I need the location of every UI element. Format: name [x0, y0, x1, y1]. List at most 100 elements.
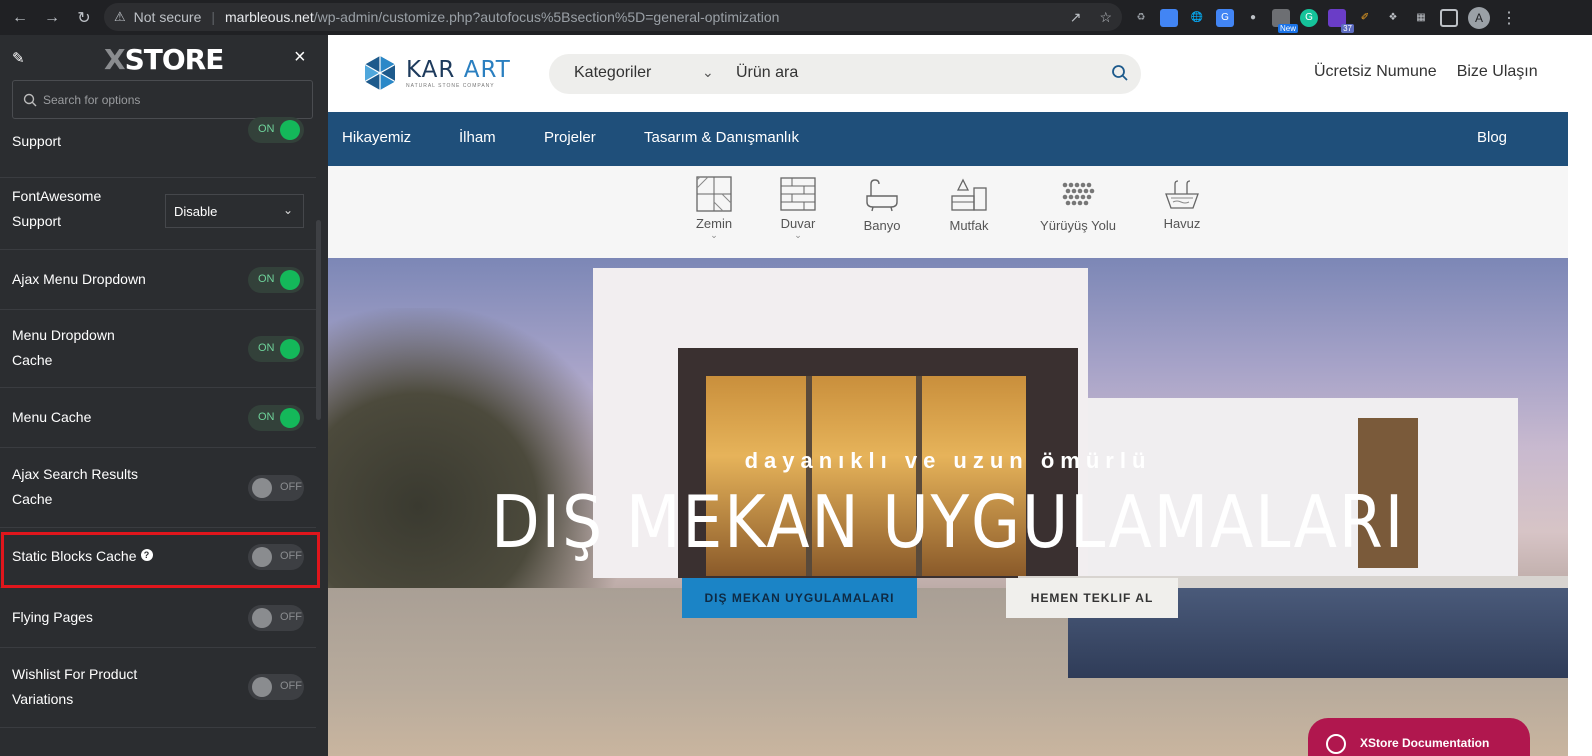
- page-scrollbar[interactable]: [1568, 35, 1592, 756]
- count-badge: 37: [1341, 23, 1354, 33]
- hero-title: DIŞ MEKAN UYGULAMALARI: [490, 480, 1406, 564]
- back-icon[interactable]: ←: [6, 4, 34, 32]
- option-row-ajax-search-cache: Ajax Search Results Cache OFF: [0, 448, 316, 528]
- mortarboard-extension-icon[interactable]: 37: [1328, 8, 1354, 33]
- nav-item-projects[interactable]: Projeler: [544, 129, 596, 146]
- product-search-bar: Kategoriler ⌄ Ürün ara: [549, 54, 1141, 94]
- ajax-menu-dropdown-toggle[interactable]: ON: [248, 267, 304, 293]
- category-pool[interactable]: Havuz: [1162, 176, 1202, 231]
- reload-icon[interactable]: ↻: [70, 4, 98, 32]
- wishlist-variations-toggle[interactable]: OFF: [248, 674, 304, 700]
- menu-dropdown-cache-toggle[interactable]: ON: [248, 336, 304, 362]
- sidebar-scrollbar[interactable]: [316, 220, 321, 420]
- xstore-logo: XSTORE: [104, 43, 224, 76]
- new-badge: New: [1277, 23, 1298, 33]
- close-icon[interactable]: ×: [294, 46, 306, 69]
- hexagon-logo-icon: [364, 56, 396, 90]
- camera-extension-icon[interactable]: ●: [1244, 9, 1262, 27]
- option-row-menu-cache: Menu Cache ON: [0, 388, 316, 448]
- brand-logo[interactable]: KAR ART NATURAL STONE COMPANY: [362, 55, 511, 91]
- bookmark-star-icon[interactable]: ☆: [1099, 9, 1112, 26]
- docs-extension-icon[interactable]: [1160, 8, 1178, 27]
- option-row-flying-pages: Flying Pages OFF: [0, 588, 316, 648]
- brand-tagline: NATURAL STONE COMPANY: [406, 83, 495, 89]
- share-icon[interactable]: ↗: [1070, 9, 1082, 26]
- chevron-down-icon: ⌄: [282, 203, 293, 217]
- browser-toolbar: ← → ↻ ⚠ Not secure | marbleous.net /wp-a…: [0, 0, 1592, 35]
- grammarly-extension-icon[interactable]: G: [1300, 8, 1318, 27]
- paving-icon: [1062, 182, 1095, 206]
- extensions-bar: ♻ 🌐 G ● New G 37 ✐ ❖ ▦ A ⋮: [1132, 0, 1518, 35]
- pool-icon: [1165, 180, 1199, 209]
- site-preview: KAR ART NATURAL STONE COMPANY Kategorile…: [328, 35, 1592, 756]
- search-icon: [23, 93, 37, 106]
- nav-item-inspiration[interactable]: İlham: [459, 129, 496, 146]
- option-label: Support: [12, 133, 62, 149]
- highlight-box: [1, 532, 320, 588]
- puzzle-extensions-icon[interactable]: ▦: [1412, 9, 1430, 27]
- option-row-menu-dropdown-cache: Menu Dropdown Cache ON: [0, 310, 316, 388]
- option-label: Flying Pages: [12, 609, 93, 625]
- url-domain: marbleous.net: [225, 9, 314, 25]
- get-quote-button[interactable]: HEMEN TEKLIF AL: [1006, 578, 1178, 618]
- header-links: Ücretsiz Numune Bize Ulaşın: [1314, 63, 1538, 81]
- hero-kicker: dayanıklı ve uzun ömürlü: [744, 448, 1152, 473]
- floor-tile-icon: [696, 176, 732, 212]
- options-search-input[interactable]: [43, 92, 303, 107]
- chevron-down-icon: ⌄: [794, 230, 802, 240]
- sidebar-header: ✎ XSTORE ×: [0, 35, 328, 81]
- category-floor[interactable]: Zemin ⌄: [694, 176, 734, 240]
- url-separator: |: [211, 9, 215, 25]
- nav-item-design[interactable]: Tasarım & Danışmanlık: [644, 129, 799, 146]
- translate-extension-icon[interactable]: G: [1216, 8, 1234, 27]
- customizer-sidebar: ✎ XSTORE × Support ON FontAwesome Suppor…: [0, 35, 328, 756]
- site-header: KAR ART NATURAL STONE COMPANY Kategorile…: [328, 35, 1568, 112]
- brick-wall-icon: [780, 177, 816, 211]
- hero-banner: dayanıklı ve uzun ömürlü DIŞ MEKAN UYGUL…: [328, 258, 1568, 756]
- warning-icon: ⚠: [114, 9, 126, 24]
- ajax-search-cache-toggle[interactable]: OFF: [248, 475, 304, 501]
- category-bathroom[interactable]: Banyo: [860, 176, 904, 233]
- category-walkway[interactable]: Yürüyüş Yolu: [1036, 176, 1120, 233]
- chevron-down-icon: ⌄: [710, 230, 718, 240]
- help-ring-icon: [1326, 734, 1346, 754]
- side-panel-icon[interactable]: [1440, 8, 1458, 27]
- globe-extension-icon[interactable]: 🌐: [1188, 9, 1206, 27]
- contact-link[interactable]: Bize Ulaşın: [1457, 63, 1538, 81]
- address-bar[interactable]: ⚠ Not secure | marbleous.net /wp-admin/c…: [104, 3, 1122, 31]
- category-strip: Zemin ⌄ Duvar ⌄ Banyo Mutfak Yürüyüş Yol…: [328, 166, 1568, 258]
- tag-extension-icon[interactable]: ❖: [1384, 9, 1402, 27]
- option-label: Menu Dropdown Cache: [12, 327, 115, 368]
- fontawesome-select[interactable]: Disable ⌄: [165, 194, 304, 228]
- pin-icon[interactable]: ✎: [12, 49, 25, 67]
- nav-item-story[interactable]: Hikayemiz: [342, 129, 411, 146]
- category-select[interactable]: Kategoriler: [574, 64, 651, 82]
- search-icon[interactable]: [1110, 63, 1130, 83]
- options-search[interactable]: [12, 80, 313, 119]
- option-label: Ajax Search Results Cache: [12, 466, 139, 507]
- pencil-extension-icon[interactable]: ✐: [1356, 9, 1374, 27]
- chevron-down-icon[interactable]: ⌄: [702, 64, 714, 81]
- support-toggle[interactable]: ON: [248, 117, 304, 143]
- recycle-extension-icon[interactable]: ♻: [1132, 9, 1150, 27]
- flying-pages-toggle[interactable]: OFF: [248, 605, 304, 631]
- documentation-button[interactable]: XStore Documentation: [1308, 718, 1530, 756]
- option-label: Wishlist For Product Variations: [12, 666, 138, 707]
- menu-cache-toggle[interactable]: ON: [248, 405, 304, 431]
- nav-item-blog[interactable]: Blog: [1477, 129, 1507, 146]
- product-search-input[interactable]: Ürün ara: [736, 64, 798, 82]
- category-wall[interactable]: Duvar ⌄: [778, 176, 818, 240]
- free-sample-link[interactable]: Ücretsiz Numune: [1314, 63, 1437, 81]
- new-extension-icon[interactable]: New: [1272, 8, 1298, 33]
- url-path: /wp-admin/customize.php?autofocus%5Bsect…: [313, 9, 780, 25]
- option-row-support: Support ON: [0, 117, 316, 178]
- category-kitchen[interactable]: Mutfak: [942, 176, 996, 233]
- option-row-wishlist-variations: Wishlist For Product Variations OFF: [0, 648, 316, 728]
- option-label: FontAwesome Support: [12, 188, 102, 229]
- outdoor-applications-button[interactable]: DIŞ MEKAN UYGULAMALARI: [682, 578, 917, 618]
- forward-icon[interactable]: →: [38, 4, 66, 32]
- main-nav: Hikayemiz İlham Projeler Tasarım & Danış…: [328, 112, 1568, 166]
- kebab-menu-icon[interactable]: ⋮: [1500, 9, 1518, 27]
- profile-avatar[interactable]: A: [1468, 6, 1490, 29]
- bathtub-icon: [866, 179, 898, 212]
